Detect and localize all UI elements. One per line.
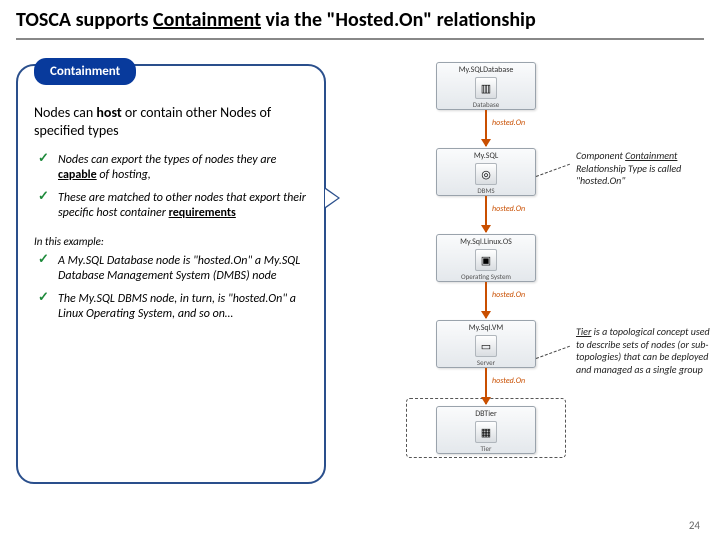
slide-body: Containment Nodes can host or contain ot… [16, 58, 704, 516]
bullet-db-hostedon-dbms: A My.SQL Database node is "hosted.On" a … [38, 250, 310, 288]
tier-icon: ▦ [475, 421, 497, 443]
arrow-db-to-dbms [485, 110, 487, 146]
lead-sentence: Nodes can host or contain other Nodes of… [34, 104, 310, 139]
note-tier: Tier is a topological concept used to de… [576, 326, 716, 376]
containment-pill: Containment [34, 58, 136, 85]
callout-bubble: Containment Nodes can host or contain ot… [16, 64, 326, 484]
title-underlined: Containment [153, 8, 261, 32]
dbms-icon: ◎ [475, 163, 497, 185]
arrow-label-1: hosted.On [492, 118, 525, 128]
slide-title: TOSCA supports Containment via the "Host… [16, 8, 536, 32]
example-bullets: A My.SQL Database node is "hosted.On" a … [32, 250, 310, 326]
node-mysql-dbms: My.SQL ◎ DBMS [436, 148, 536, 196]
title-suffix: via the "Hosted.On" relationship [261, 8, 536, 32]
node-vm-server: My.Sql.VM ▭ Server [436, 320, 536, 368]
bullet-capable: Nodes can export the types of nodes they… [38, 149, 310, 187]
title-underline-rule [16, 38, 704, 40]
arrow-dbms-to-os [485, 196, 487, 232]
slide-tosca-containment: TOSCA supports Containment via the "Host… [0, 0, 720, 540]
node-mysql-database: My.SQLDatabase ▥ Database [436, 62, 536, 110]
note-line-1 [536, 164, 570, 177]
callout-tail [326, 188, 340, 208]
hostedon-diagram: My.SQLDatabase ▥ Database My.SQL ◎ DBMS … [366, 58, 696, 488]
note-line-2 [536, 346, 570, 359]
server-icon: ▭ [475, 335, 497, 357]
node-db-tier: DBTier ▦ Tier [436, 406, 536, 454]
os-icon: ▣ [475, 249, 497, 271]
arrow-label-3: hosted.On [492, 290, 525, 300]
note-component-containment: Component Containment Relationship Type … [576, 150, 716, 188]
bullet-requirements: These are matched to other nodes that ex… [38, 187, 310, 225]
database-icon: ▥ [475, 77, 497, 99]
capability-bullets: Nodes can export the types of nodes they… [32, 149, 310, 225]
bullet-dbms-hostedon-os: The My.SQL DBMS node, in turn, is "hoste… [38, 288, 310, 326]
arrow-label-2: hosted.On [492, 204, 525, 214]
title-prefix: TOSCA supports [16, 8, 153, 32]
arrow-vm-to-tier [485, 368, 487, 404]
node-linux-os: My.Sql.Linux.OS ▣ Operating System [436, 234, 536, 282]
page-number: 24 [689, 519, 700, 532]
arrow-label-4: hosted.On [492, 376, 525, 386]
arrow-os-to-vm [485, 282, 487, 318]
example-label: In this example: [34, 235, 310, 248]
